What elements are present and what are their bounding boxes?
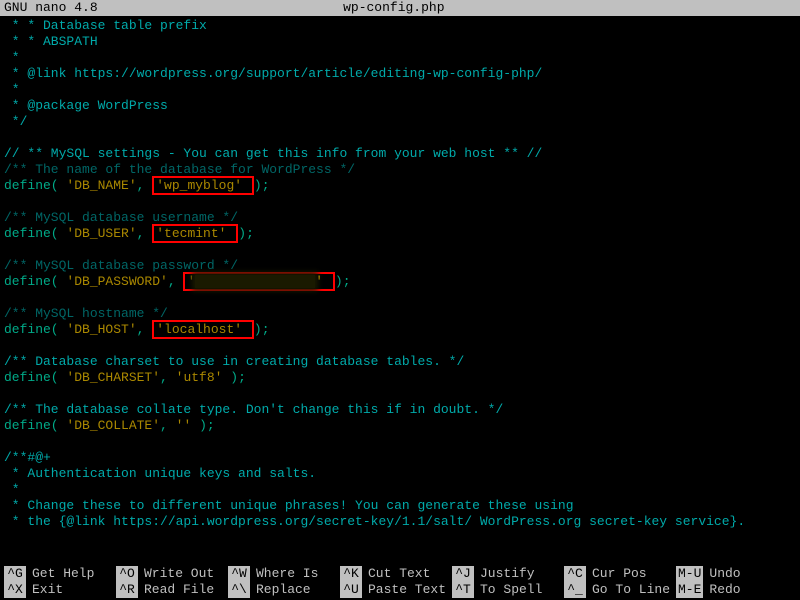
shortcut-label: Justify bbox=[480, 566, 535, 582]
shortcut-label: Paste Text bbox=[368, 582, 446, 598]
code-line: define( 'DB_CHARSET', 'utf8' ); bbox=[4, 370, 796, 386]
code-line: /** The name of the database for WordPre… bbox=[4, 162, 796, 178]
shortcut-cell[interactable]: ^X Exit bbox=[4, 582, 116, 598]
shortcut-key: ^J bbox=[452, 566, 474, 582]
title-bar: GNU nano 4.8 wp-config.php bbox=[0, 0, 800, 16]
shortcut-key: ^C bbox=[564, 566, 586, 582]
shortcut-cell[interactable]: ^O Write Out bbox=[116, 566, 228, 582]
shortcut-cell[interactable]: ^C Cur Pos bbox=[564, 566, 676, 582]
code-line: * @link https://wordpress.org/support/ar… bbox=[4, 66, 796, 82]
shortcut-key: ^W bbox=[228, 566, 250, 582]
code-line: define( 'DB_HOST', 'localhost' ); bbox=[4, 322, 796, 338]
shortcut-key: ^\ bbox=[228, 582, 250, 598]
highlight-db-password: '' bbox=[183, 272, 334, 291]
shortcut-cell[interactable]: ^W Where Is bbox=[228, 566, 340, 582]
shortcut-key: ^T bbox=[452, 582, 474, 598]
code-line: /** The database collate type. Don't cha… bbox=[4, 402, 796, 418]
shortcut-label: Replace bbox=[256, 582, 311, 598]
shortcut-key: ^R bbox=[116, 582, 138, 598]
redacted-password bbox=[195, 275, 315, 288]
code-line: /**#@+ bbox=[4, 450, 796, 466]
editor-viewport[interactable]: * * Database table prefix * * ABSPATH * … bbox=[0, 16, 800, 532]
shortcut-cell[interactable]: ^\ Replace bbox=[228, 582, 340, 598]
code-line bbox=[4, 338, 796, 354]
code-line: /** MySQL hostname */ bbox=[4, 306, 796, 322]
code-line bbox=[4, 194, 796, 210]
shortcut-key: ^G bbox=[4, 566, 26, 582]
shortcut-label: Cut Text bbox=[368, 566, 430, 582]
shortcut-cell[interactable]: ^J Justify bbox=[452, 566, 564, 582]
code-line: define( 'DB_NAME', 'wp_myblog' ); bbox=[4, 178, 796, 194]
code-line: * Change these to different unique phras… bbox=[4, 498, 796, 514]
code-line: */ bbox=[4, 114, 796, 130]
highlight-db-name: 'wp_myblog' bbox=[152, 176, 254, 195]
code-line: * bbox=[4, 50, 796, 66]
code-line: define( 'DB_USER', 'tecmint' ); bbox=[4, 226, 796, 242]
code-line: define( 'DB_PASSWORD', '' ); bbox=[4, 274, 796, 290]
shortcut-key: ^X bbox=[4, 582, 26, 598]
code-line: /** Database charset to use in creating … bbox=[4, 354, 796, 370]
shortcut-bar: ^G Get Help ^O Write Out ^W Where Is ^K Cut Tex… bbox=[0, 566, 800, 600]
shortcut-key: ^O bbox=[116, 566, 138, 582]
code-line: * Authentication unique keys and salts. bbox=[4, 466, 796, 482]
shortcut-label: Go To Line bbox=[592, 582, 670, 598]
shortcut-cell[interactable]: ^G Get Help bbox=[4, 566, 116, 582]
shortcut-label: Redo bbox=[709, 582, 740, 598]
code-line bbox=[4, 242, 796, 258]
shortcut-label: Get Help bbox=[32, 566, 94, 582]
shortcut-row-2: ^X Exit ^R Read File ^\ Replace ^U Paste Text ^T… bbox=[4, 582, 796, 598]
app-name: GNU nano 4.8 bbox=[0, 0, 98, 16]
shortcut-row-1: ^G Get Help ^O Write Out ^W Where Is ^K Cut Tex… bbox=[4, 566, 796, 582]
shortcut-label: To Spell bbox=[480, 582, 542, 598]
shortcut-key: M-U bbox=[676, 566, 703, 582]
shortcut-cell[interactable]: M-E Redo bbox=[676, 582, 746, 598]
shortcut-cell[interactable]: ^K Cut Text bbox=[340, 566, 452, 582]
shortcut-key: ^_ bbox=[564, 582, 586, 598]
code-line: define( 'DB_COLLATE', '' ); bbox=[4, 418, 796, 434]
shortcut-key: M-E bbox=[676, 582, 703, 598]
code-line: * @package WordPress bbox=[4, 98, 796, 114]
code-line: * bbox=[4, 82, 796, 98]
shortcut-label: Where Is bbox=[256, 566, 318, 582]
shortcut-cell[interactable]: ^R Read File bbox=[116, 582, 228, 598]
highlight-db-host: 'localhost' bbox=[152, 320, 254, 339]
code-line bbox=[4, 386, 796, 402]
code-line: * bbox=[4, 482, 796, 498]
code-line: /** MySQL database password */ bbox=[4, 258, 796, 274]
shortcut-label: Cur Pos bbox=[592, 566, 647, 582]
shortcut-label: Exit bbox=[32, 582, 63, 598]
code-line bbox=[4, 434, 796, 450]
code-line: /** MySQL database username */ bbox=[4, 210, 796, 226]
shortcut-key: ^K bbox=[340, 566, 362, 582]
file-name: wp-config.php bbox=[98, 0, 690, 16]
highlight-db-user: 'tecmint' bbox=[152, 224, 238, 243]
shortcut-label: Undo bbox=[709, 566, 740, 582]
shortcut-cell[interactable]: ^_ Go To Line bbox=[564, 582, 676, 598]
shortcut-key: ^U bbox=[340, 582, 362, 598]
code-line: * the {@link https://api.wordpress.org/s… bbox=[4, 514, 796, 530]
shortcut-cell[interactable]: ^T To Spell bbox=[452, 582, 564, 598]
shortcut-cell[interactable]: ^U Paste Text bbox=[340, 582, 452, 598]
code-line: * * Database table prefix bbox=[4, 18, 796, 34]
shortcut-cell[interactable]: M-U Undo bbox=[676, 566, 746, 582]
shortcut-label: Read File bbox=[144, 582, 214, 598]
code-line bbox=[4, 130, 796, 146]
code-line: * * ABSPATH bbox=[4, 34, 796, 50]
shortcut-label: Write Out bbox=[144, 566, 214, 582]
code-line: // ** MySQL settings - You can get this … bbox=[4, 146, 796, 162]
code-line bbox=[4, 290, 796, 306]
